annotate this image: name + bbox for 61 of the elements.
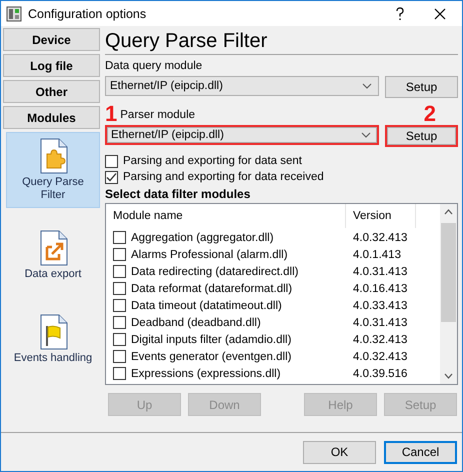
- sidebar-tab[interactable]: Other: [3, 80, 100, 103]
- scroll-down-icon[interactable]: [444, 373, 453, 379]
- checkbox[interactable]: [113, 248, 126, 261]
- module-name: Data redirecting (dataredirect.dll): [131, 266, 298, 278]
- column-header[interactable]: Module name: [106, 204, 346, 228]
- module-name: Data reformat (datareformat.dll): [131, 282, 292, 294]
- checkbox[interactable]: [113, 282, 126, 295]
- window-title: Configuration options: [28, 6, 148, 20]
- version-cell-text: 4.0.31.413: [352, 266, 408, 278]
- checkbox[interactable]: [113, 265, 126, 278]
- module-name: Digital inputs filter (adamdio.dll): [131, 334, 292, 346]
- module-dropdown[interactable]: Ethernet/IP (eipcip.dll): [105, 125, 379, 145]
- checkbox[interactable]: [113, 367, 126, 380]
- sidebar-item[interactable]: Events handling: [6, 302, 100, 376]
- module-dropdown[interactable]: Ethernet/IP (eipcip.dll): [105, 76, 379, 96]
- setup-button[interactable]: Setup: [385, 125, 458, 147]
- sidebar-item[interactable]: Data export: [6, 218, 100, 292]
- checkbox[interactable]: [113, 299, 126, 312]
- column-header[interactable]: Version: [346, 204, 416, 228]
- dialog-button[interactable]: OK: [303, 440, 376, 464]
- version-cell-text: 4.0.31.413: [352, 316, 408, 328]
- version-cell-text: 4.0.32.413: [352, 350, 408, 362]
- checkbox[interactable]: [113, 333, 126, 346]
- sidebar-tab[interactable]: Modules: [3, 106, 100, 129]
- page-title: Query Parse Filter: [105, 29, 268, 54]
- scrollbar[interactable]: [440, 204, 457, 384]
- chevron-icon[interactable]: [361, 132, 371, 138]
- dialog-button[interactable]: Cancel: [384, 440, 457, 464]
- checkbox[interactable]: [113, 350, 126, 363]
- help-icon[interactable]: [394, 6, 406, 20]
- version-cell-text: 4.0.32.413: [352, 232, 408, 244]
- app-icon: [6, 6, 22, 22]
- version-cell-text: 4.0.16.413: [352, 282, 408, 294]
- version-cell-text: 4.0.1.413: [352, 248, 402, 260]
- version-cell-text: 4.0.39.516: [352, 368, 408, 380]
- step-number: 1: [105, 103, 118, 124]
- close-icon[interactable]: [434, 8, 446, 20]
- module-name: Aggregation (aggregator.dll): [131, 232, 274, 244]
- sidebar-item[interactable]: Query Parse Filter: [6, 132, 100, 208]
- version-cell-text: 4.0.33.413: [352, 300, 408, 312]
- checkbox[interactable]: [113, 316, 126, 329]
- checkbox-label: Parsing and exporting for data sent: [123, 155, 302, 167]
- module-name: Deadband (deadband.dll): [131, 316, 261, 328]
- checkbox[interactable]: [105, 170, 118, 184]
- scroll-up-icon[interactable]: [444, 209, 453, 215]
- checkbox-label: Parsing and exporting for data received: [123, 171, 324, 183]
- checkbox[interactable]: [113, 231, 126, 244]
- sidebar-tab[interactable]: Device: [3, 28, 100, 51]
- setup-button[interactable]: Setup: [385, 76, 458, 98]
- sidebar-tab[interactable]: Log file: [3, 54, 100, 77]
- module-name: Alarms Professional (alarm.dll): [131, 248, 288, 260]
- module-name: Data timeout (datatimeout.dll): [131, 300, 282, 312]
- version-cell-text: 4.0.32.413: [352, 334, 408, 346]
- section-heading: Select data filter modules: [105, 187, 252, 202]
- chevron-icon[interactable]: [362, 83, 372, 89]
- checkbox[interactable]: [105, 154, 118, 168]
- field-label: Data query module: [105, 60, 204, 74]
- step-number: 2: [424, 103, 436, 124]
- field-label: Parser module: [120, 109, 196, 123]
- module-name: Expressions (expressions.dll): [131, 368, 281, 380]
- module-name: Events generator (eventgen.dll): [131, 350, 292, 362]
